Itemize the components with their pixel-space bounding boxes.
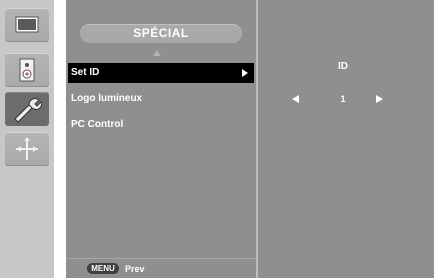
decrease-arrow-icon[interactable] xyxy=(292,95,299,103)
menu-item-label: Logo lumineux xyxy=(71,93,143,104)
category-rail xyxy=(0,0,54,278)
menu-item-set-id[interactable]: Set ID xyxy=(68,63,254,83)
menu-item-label: Set ID xyxy=(71,67,100,78)
menu-panel: SPÉCIAL Set ID Logo lumineux PC Control … xyxy=(66,0,256,278)
scroll-up-icon[interactable] xyxy=(153,50,161,56)
increase-arrow-icon[interactable] xyxy=(376,95,383,103)
rail-options-button[interactable] xyxy=(5,92,49,126)
menu-item-pc-control[interactable]: PC Control xyxy=(68,115,254,135)
menu-item-label: PC Control xyxy=(71,119,124,130)
rail-picture-button[interactable] xyxy=(5,8,49,42)
picture-icon xyxy=(15,16,39,33)
footer-prev-label: Prev xyxy=(125,264,145,274)
value-panel: ID 1 xyxy=(258,0,434,278)
menu-title: SPÉCIAL xyxy=(80,24,242,43)
menu-key-badge[interactable]: MENU xyxy=(87,263,119,274)
audio-speaker-icon xyxy=(19,58,35,82)
submenu-arrow-icon xyxy=(242,69,248,77)
setting-label: ID xyxy=(338,61,348,72)
rail-special-button[interactable] xyxy=(5,132,49,166)
menu-footer: MENU Prev xyxy=(66,258,256,279)
rail-gap xyxy=(54,0,66,278)
osd-menu: SPÉCIAL Set ID Logo lumineux PC Control … xyxy=(0,0,434,278)
special-arrows-icon xyxy=(16,137,38,160)
menu-item-logo-lumineux[interactable]: Logo lumineux xyxy=(68,89,254,109)
value-selector: 1 xyxy=(258,93,434,107)
rail-audio-button[interactable] xyxy=(5,53,49,87)
id-value: 1 xyxy=(340,94,346,104)
options-wrench-icon xyxy=(14,98,42,123)
